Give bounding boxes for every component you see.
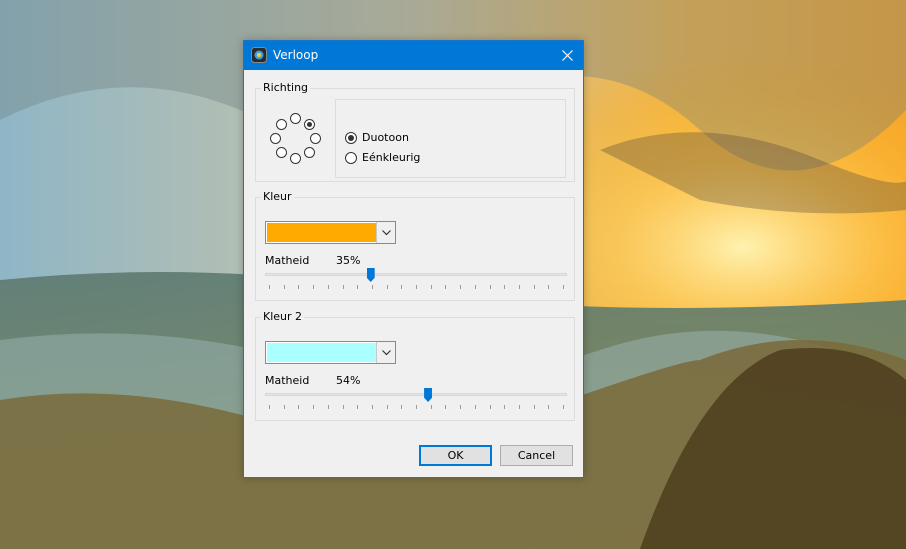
- slider-tick: [548, 285, 549, 289]
- close-icon: [561, 50, 573, 61]
- gradient-dialog: Verloop Richting Duotoon Eénkleurig Kleu…: [243, 40, 584, 478]
- slider-ticks: [265, 405, 567, 409]
- slider-tick: [328, 405, 329, 409]
- direction-legend: Richting: [261, 81, 311, 94]
- slider-tick: [343, 405, 344, 409]
- slider-tick: [460, 285, 461, 289]
- color1-opacity-value: 35%: [336, 254, 361, 267]
- color1-dropdown-button[interactable]: [376, 222, 395, 243]
- slider-track: [265, 273, 567, 276]
- slider-tick: [445, 405, 446, 409]
- slider-tick: [490, 405, 491, 409]
- color1-group: Kleur Matheid 35%: [255, 190, 575, 301]
- direction-radio-ne[interactable]: [304, 119, 315, 130]
- chevron-down-icon: [381, 349, 391, 355]
- color2-opacity-slider[interactable]: [265, 388, 567, 410]
- color2-opacity-label: Matheid: [265, 374, 310, 387]
- slider-tick: [284, 405, 285, 409]
- slider-tick: [416, 405, 417, 409]
- slider-tick: [534, 405, 535, 409]
- slider-tick: [387, 405, 388, 409]
- slider-tick: [490, 285, 491, 289]
- slider-tick: [313, 285, 314, 289]
- color2-group: Kleur 2 Matheid 54%: [255, 310, 575, 421]
- slider-tick: [387, 285, 388, 289]
- close-button[interactable]: [551, 41, 583, 70]
- slider-tick: [445, 285, 446, 289]
- color2-picker[interactable]: [265, 341, 396, 364]
- slider-tick: [269, 285, 270, 289]
- slider-tick: [313, 405, 314, 409]
- slider-tick: [284, 285, 285, 289]
- direction-radio-e[interactable]: [310, 133, 321, 144]
- slider-tick: [431, 405, 432, 409]
- app-icon: [251, 47, 267, 63]
- slider-tick: [504, 285, 505, 289]
- direction-selector: [268, 113, 324, 169]
- slider-thumb[interactable]: [366, 268, 375, 282]
- slider-tick: [563, 405, 564, 409]
- color1-opacity-slider[interactable]: [265, 268, 567, 290]
- direction-radio-w[interactable]: [270, 133, 281, 144]
- direction-radio-nw[interactable]: [276, 119, 287, 130]
- slider-tick: [372, 405, 373, 409]
- slider-tick: [328, 285, 329, 289]
- slider-tick: [548, 405, 549, 409]
- slider-tick: [519, 405, 520, 409]
- slider-tick: [401, 405, 402, 409]
- mode-duotone-option[interactable]: Duotoon: [345, 131, 409, 144]
- direction-radio-s[interactable]: [290, 153, 301, 164]
- slider-tick: [372, 285, 373, 289]
- slider-tick: [298, 405, 299, 409]
- direction-radio-se[interactable]: [304, 147, 315, 158]
- slider-thumb[interactable]: [424, 388, 433, 402]
- slider-tick: [269, 405, 270, 409]
- window-title: Verloop: [273, 48, 319, 62]
- mode-mono-radio[interactable]: [345, 151, 357, 164]
- color1-swatch: [267, 223, 377, 242]
- slider-tick: [519, 285, 520, 289]
- color1-picker[interactable]: [265, 221, 396, 244]
- slider-tick: [475, 285, 476, 289]
- title-bar[interactable]: Verloop: [244, 41, 583, 70]
- slider-ticks: [265, 285, 567, 289]
- slider-tick: [416, 285, 417, 289]
- color2-dropdown-button[interactable]: [376, 342, 395, 363]
- color2-opacity-value: 54%: [336, 374, 361, 387]
- mode-duotone-radio[interactable]: [345, 131, 357, 144]
- mode-mono-option[interactable]: Eénkleurig: [345, 151, 420, 164]
- slider-tick: [298, 285, 299, 289]
- slider-tick: [460, 405, 461, 409]
- color1-legend: Kleur: [261, 190, 294, 203]
- slider-track: [265, 393, 567, 396]
- slider-tick: [357, 285, 358, 289]
- direction-group: Richting Duotoon Eénkleurig: [255, 81, 575, 182]
- slider-tick: [563, 285, 564, 289]
- chevron-down-icon: [381, 229, 391, 235]
- mode-mono-label: Eénkleurig: [362, 151, 421, 164]
- slider-tick: [504, 405, 505, 409]
- mode-options: Duotoon Eénkleurig: [335, 99, 566, 178]
- slider-tick: [431, 285, 432, 289]
- direction-radio-sw[interactable]: [276, 147, 287, 158]
- mode-duotone-label: Duotoon: [362, 131, 409, 144]
- cancel-button[interactable]: Cancel: [500, 445, 573, 466]
- slider-tick: [357, 405, 358, 409]
- slider-tick: [343, 285, 344, 289]
- ok-button[interactable]: OK: [419, 445, 492, 466]
- color2-swatch: [267, 343, 377, 362]
- color1-opacity-label: Matheid: [265, 254, 310, 267]
- color2-legend: Kleur 2: [261, 310, 305, 323]
- slider-tick: [475, 405, 476, 409]
- direction-radio-n[interactable]: [290, 113, 301, 124]
- slider-tick: [401, 285, 402, 289]
- slider-tick: [534, 285, 535, 289]
